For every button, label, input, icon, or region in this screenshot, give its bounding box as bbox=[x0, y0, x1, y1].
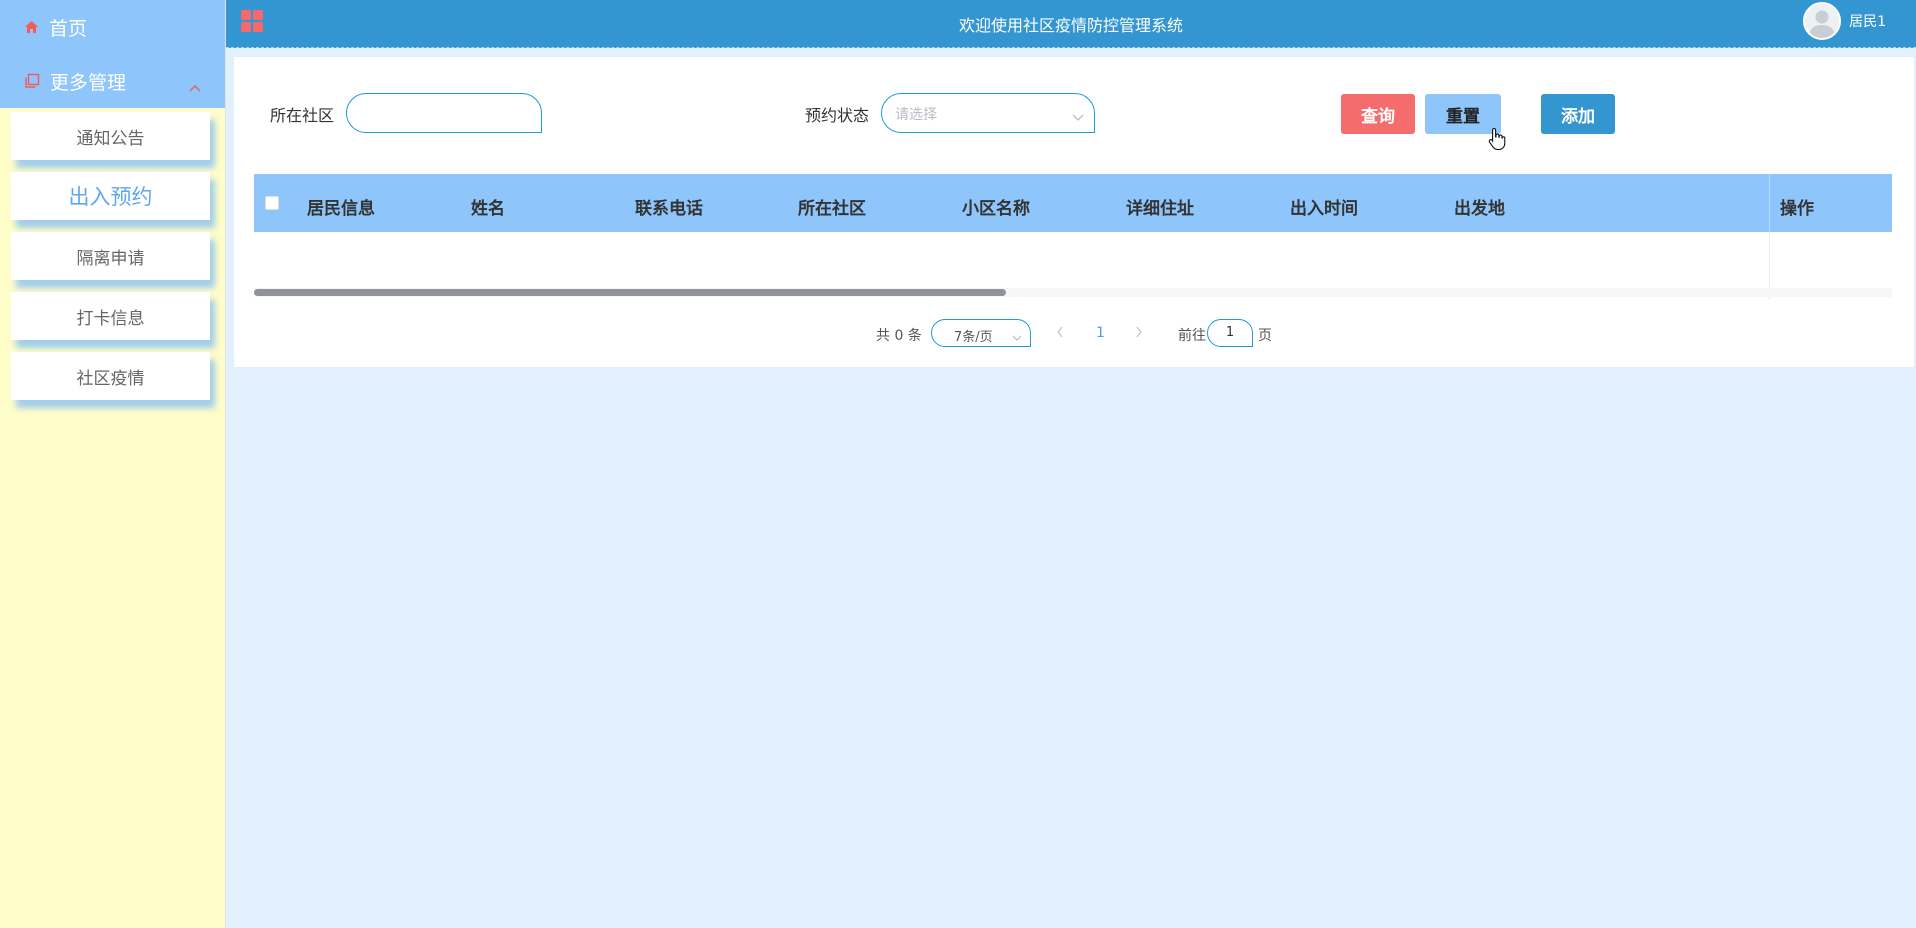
sidebar-item-checkin[interactable]: 打卡信息 bbox=[11, 292, 210, 340]
status-label: 预约状态 bbox=[805, 106, 870, 125]
sidebar-item-quarantine[interactable]: 隔离申请 bbox=[11, 232, 210, 280]
goto-label: 前往 bbox=[1178, 328, 1206, 344]
column-resident-info: 居民信息 bbox=[307, 199, 375, 219]
menu-home[interactable]: 首页 bbox=[0, 0, 225, 54]
top-header: 欢迎使用社区疫情防控管理系统 居民1 bbox=[226, 0, 1916, 48]
goto-suffix: 页 bbox=[1258, 328, 1272, 344]
submenu: 通知公告 出入预约 隔离申请 打卡信息 社区疫情 bbox=[0, 108, 225, 400]
operations-header: 操作 bbox=[1769, 174, 1892, 232]
sidebar: 首页 更多管理 通知公告 出入预约 隔离申请 打卡信息 社区疫情 bbox=[0, 0, 226, 928]
community-label: 所在社区 bbox=[270, 106, 335, 125]
appointment-table: 居民信息 姓名 联系电话 所在社区 小区名称 详细住址 出入时间 出发地 操作 bbox=[254, 174, 1892, 300]
sidebar-item-label: 出入预约 bbox=[68, 185, 153, 209]
sidebar-item-label: 打卡信息 bbox=[76, 308, 145, 329]
chevron-up-icon bbox=[189, 75, 201, 97]
status-placeholder: 请选择 bbox=[895, 107, 937, 123]
sidebar-item-notice[interactable]: 通知公告 bbox=[11, 112, 210, 160]
page-size-select[interactable]: 7条/页 bbox=[931, 319, 1031, 347]
home-icon bbox=[24, 20, 39, 34]
table-header: 居民信息 姓名 联系电话 所在社区 小区名称 详细住址 出入时间 出发地 bbox=[254, 174, 1892, 232]
status-select[interactable]: 请选择 bbox=[881, 93, 1095, 133]
menu-more-label: 更多管理 bbox=[50, 71, 127, 94]
sidebar-item-label: 隔离申请 bbox=[76, 248, 145, 269]
column-name: 姓名 bbox=[471, 199, 505, 219]
column-origin: 出发地 bbox=[1454, 199, 1505, 219]
main-panel: 所在社区 预约状态 请选择 查询 重置 添加 居民信息 姓名 联系电话 所在社区… bbox=[234, 57, 1914, 367]
sidebar-item-label: 社区疫情 bbox=[76, 368, 145, 389]
goto-page-input[interactable]: 1 bbox=[1207, 319, 1253, 347]
copy-icon bbox=[24, 73, 40, 89]
sidebar-item-epidemic[interactable]: 社区疫情 bbox=[11, 352, 210, 400]
total-count: 共 0 条 bbox=[876, 328, 922, 344]
sidebar-item-appointment[interactable]: 出入预约 bbox=[11, 172, 210, 220]
chevron-right-icon[interactable] bbox=[1135, 326, 1143, 342]
column-time: 出入时间 bbox=[1290, 199, 1358, 219]
menu-home-label: 首页 bbox=[49, 17, 88, 40]
chevron-down-icon bbox=[1072, 107, 1084, 126]
add-button[interactable]: 添加 bbox=[1541, 94, 1615, 134]
select-all-checkbox[interactable] bbox=[265, 196, 279, 210]
column-operations: 操作 bbox=[1780, 199, 1814, 219]
column-address: 详细住址 bbox=[1126, 199, 1194, 219]
community-input[interactable] bbox=[346, 93, 542, 133]
chevron-down-icon bbox=[1012, 330, 1022, 346]
page-size-value: 7条/页 bbox=[954, 330, 993, 345]
user-menu[interactable]: 居民1 bbox=[1803, 2, 1886, 40]
column-estate-name: 小区名称 bbox=[962, 199, 1030, 219]
scrollbar-thumb[interactable] bbox=[254, 289, 1006, 296]
menu-more-management[interactable]: 更多管理 bbox=[0, 54, 225, 108]
query-button[interactable]: 查询 bbox=[1341, 94, 1415, 134]
column-phone: 联系电话 bbox=[635, 199, 703, 219]
chevron-left-icon[interactable] bbox=[1056, 326, 1064, 342]
pagination: 共 0 条 7条/页 1 前往 1 页 bbox=[234, 319, 1914, 349]
column-community: 所在社区 bbox=[798, 199, 866, 219]
avatar-icon[interactable] bbox=[1803, 2, 1842, 40]
pointer-cursor-icon bbox=[1488, 127, 1506, 155]
page-title: 欢迎使用社区疫情防控管理系统 bbox=[958, 16, 1183, 35]
username: 居民1 bbox=[1849, 14, 1886, 30]
page-number[interactable]: 1 bbox=[1096, 325, 1105, 341]
horizontal-scrollbar[interactable] bbox=[254, 288, 1892, 297]
sidebar-item-label: 通知公告 bbox=[76, 128, 145, 149]
